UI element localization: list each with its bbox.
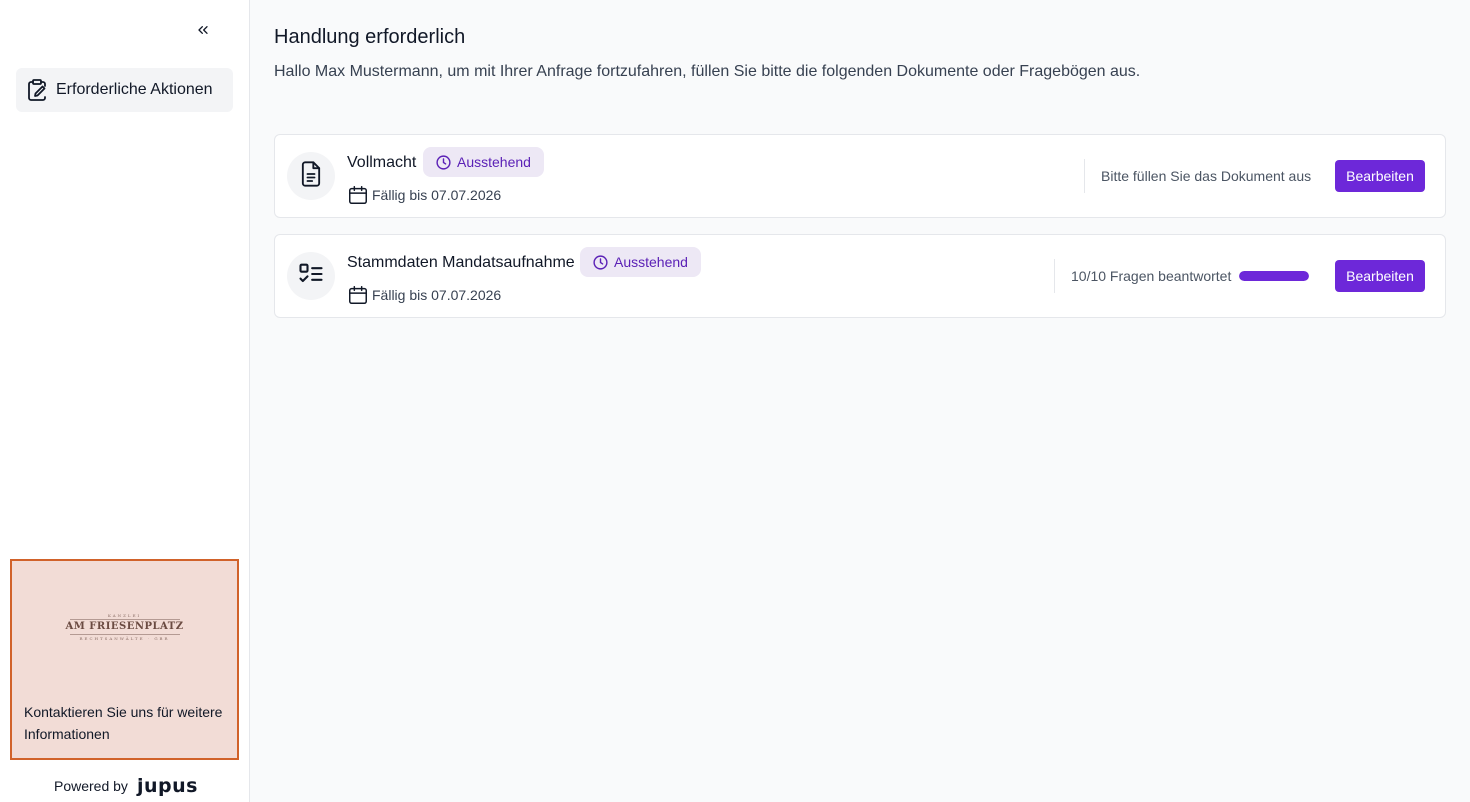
sidebar-item-label: Erforderliche Aktionen [56,81,213,98]
task-info: 10/10 Fragen beantwortet [1054,259,1310,293]
status-badge: Ausstehend [423,147,544,177]
checklist-icon [297,260,325,293]
sidebar: Erforderliche Aktionen KANZLEI AM FRIESE… [0,0,250,802]
task-icon-container [287,252,335,300]
task-name: Vollmacht [347,154,417,171]
due-date: Fällig bis 07.07.2026 [347,284,501,306]
logo-divider [69,619,180,620]
calendar-icon [347,184,369,206]
collapse-sidebar-button[interactable] [191,20,215,44]
sidebar-item-erforderliche-aktionen[interactable]: Erforderliche Aktionen [16,68,233,112]
edit-button[interactable]: Bearbeiten [1335,260,1425,292]
task-icon-container [287,152,335,200]
firm-logo: KANZLEI AM FRIESENPLATZ RECHTSANWÄLTE · … [62,601,187,653]
edit-button[interactable]: Bearbeiten [1335,160,1425,192]
progress-bar-fill [1239,271,1310,281]
due-date-label: Fällig bis 07.07.2026 [372,287,502,303]
task-card: Vollmacht Ausstehend Fällig bis 07.07.20… [274,134,1446,218]
due-date-label: Fällig bis 07.07.2026 [372,187,502,203]
document-icon [297,160,325,193]
powered-by: Powered by jupus [54,775,198,797]
calendar-icon [347,284,369,306]
progress-text: 10/10 Fragen beantwortet [1071,268,1232,284]
due-date: Fällig bis 07.07.2026 [347,184,501,206]
task-name: Stammdaten Mandatsaufnahme [347,254,575,271]
page-subtitle: Hallo Max Mustermann, um mit Ihrer Anfra… [274,63,1141,80]
clipboard-signature-icon [25,78,49,102]
status-badge-label: Ausstehend [614,254,688,270]
status-badge: Ausstehend [580,247,701,277]
status-badge-label: Ausstehend [457,154,531,170]
contact-text: Kontaktieren Sie uns für weitere Informa… [24,704,223,742]
logo-name: AM FRIESENPLATZ [65,621,184,632]
logo-bottom-text: RECHTSANWÄLTE · GBR [79,636,170,641]
logo-divider [69,634,180,635]
logo-top-text: KANZLEI [107,613,142,618]
powered-by-label: Powered by [54,778,128,794]
task-card: Stammdaten Mandatsaufnahme Ausstehend Fä… [274,234,1446,318]
chevrons-left-icon [195,22,211,43]
progress-bar [1239,271,1310,281]
clock-icon [435,153,453,171]
clock-icon [592,253,610,271]
page-title: Handlung erforderlich [274,26,466,48]
task-info: Bitte füllen Sie das Dokument aus [1084,159,1311,193]
contact-card[interactable]: KANZLEI AM FRIESENPLATZ RECHTSANWÄLTE · … [10,559,239,760]
task-info-text: Bitte füllen Sie das Dokument aus [1101,168,1312,184]
brand-logo[interactable]: jupus [137,775,198,797]
